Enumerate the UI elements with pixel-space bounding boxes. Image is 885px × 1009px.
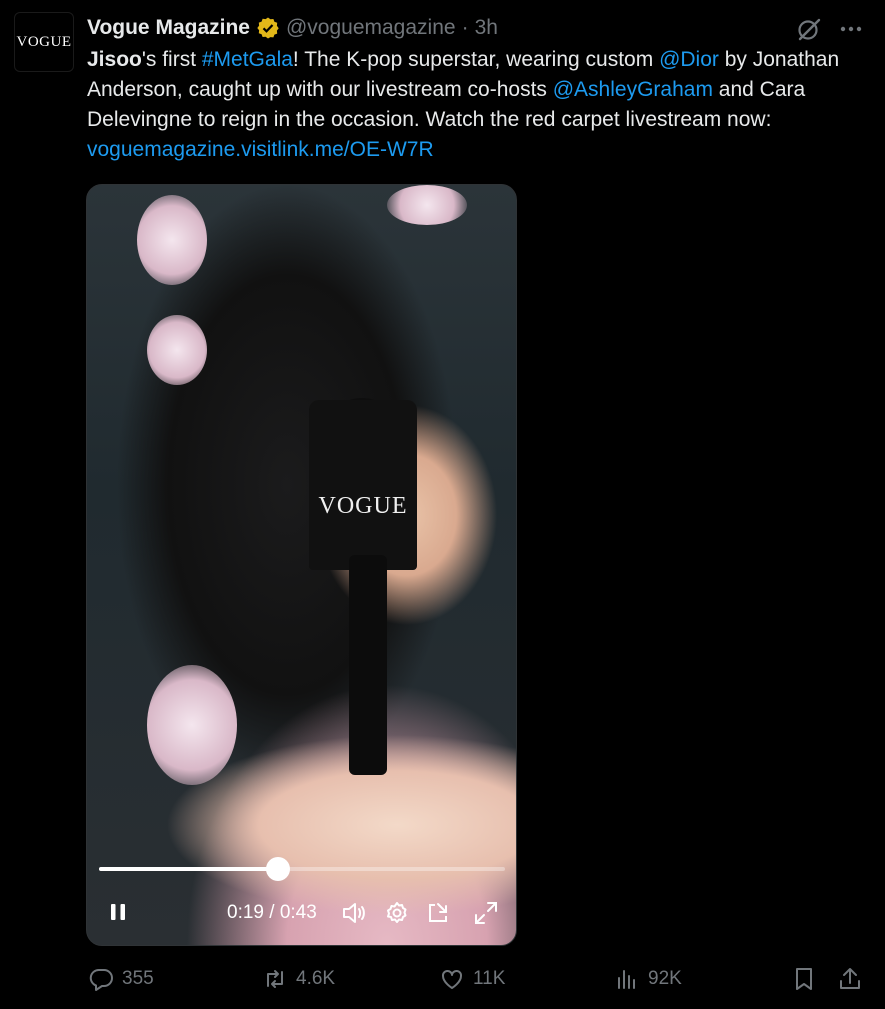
video-progress-fill: [99, 867, 278, 871]
views-button[interactable]: 92K: [614, 966, 682, 992]
bookmark-button[interactable]: [791, 966, 817, 992]
avatar[interactable]: VOGUE: [14, 12, 74, 72]
hair-flower-decoration: [387, 185, 467, 225]
tweet-text: Jisoo's first #MetGala! The K-pop supers…: [87, 45, 857, 165]
microphone-handle: [349, 555, 387, 775]
repost-count: 4.6K: [296, 968, 336, 989]
like-button[interactable]: 11K: [439, 966, 505, 992]
share-icon: [840, 968, 860, 989]
external-url-link[interactable]: voguemagazine.visitlink.me/OE-W7R: [87, 138, 434, 161]
video-time-display: 0:19 / 0:43: [227, 902, 317, 923]
tweet-header: Vogue Magazine @voguemagazine · 3h: [87, 14, 498, 42]
hashtag-metgala-link[interactable]: #MetGala: [202, 48, 293, 71]
like-count: 11K: [473, 968, 506, 989]
analytics-icon: [618, 970, 635, 989]
separator-dot: ·: [461, 16, 469, 39]
view-count: 92K: [648, 968, 682, 989]
fullscreen-icon[interactable]: [473, 900, 499, 926]
picture-in-picture-icon[interactable]: [425, 900, 451, 926]
reply-button[interactable]: 355: [88, 966, 154, 992]
repost-icon: [267, 970, 283, 988]
hair-flower-decoration: [137, 195, 207, 285]
grok-icon[interactable]: [795, 15, 823, 43]
video-progress-thumb[interactable]: [265, 857, 290, 881]
share-button[interactable]: [837, 966, 863, 992]
repost-button[interactable]: 4.6K: [262, 966, 335, 992]
avatar-logo-text: VOGUE: [16, 33, 72, 50]
settings-icon[interactable]: [384, 900, 410, 926]
volume-icon[interactable]: [341, 900, 367, 926]
reply-count: 355: [122, 968, 154, 989]
dress-flower-decoration: [147, 665, 237, 785]
pause-icon[interactable]: [109, 903, 127, 921]
mention-bold-jisoo: Jisoo: [87, 48, 142, 71]
timestamp[interactable]: 3h: [475, 16, 498, 40]
video-progress-bar[interactable]: [99, 857, 505, 881]
microphone-brand-label: VOGUE: [318, 493, 408, 519]
display-name[interactable]: Vogue Magazine: [87, 16, 250, 40]
video-player[interactable]: VOGUE 0:19 / 0:43: [86, 184, 517, 946]
bookmark-icon: [796, 968, 812, 990]
mention-dior-link[interactable]: @Dior: [659, 48, 719, 71]
text-segment: ! The K-pop superstar, wearing custom: [292, 48, 660, 71]
handle[interactable]: @voguemagazine: [286, 16, 456, 40]
tweet-action-bar: 355 4.6K 11K 92K: [0, 960, 885, 1002]
heart-icon: [442, 969, 462, 989]
more-options-icon[interactable]: [838, 17, 864, 41]
verified-badge-icon: [257, 17, 279, 39]
reply-icon: [89, 968, 113, 991]
text-segment: 's first: [141, 48, 202, 71]
mention-ashleygraham-link[interactable]: @AshleyGraham: [553, 78, 713, 101]
hair-flower-decoration: [147, 315, 207, 385]
microphone-flag: [309, 400, 417, 570]
